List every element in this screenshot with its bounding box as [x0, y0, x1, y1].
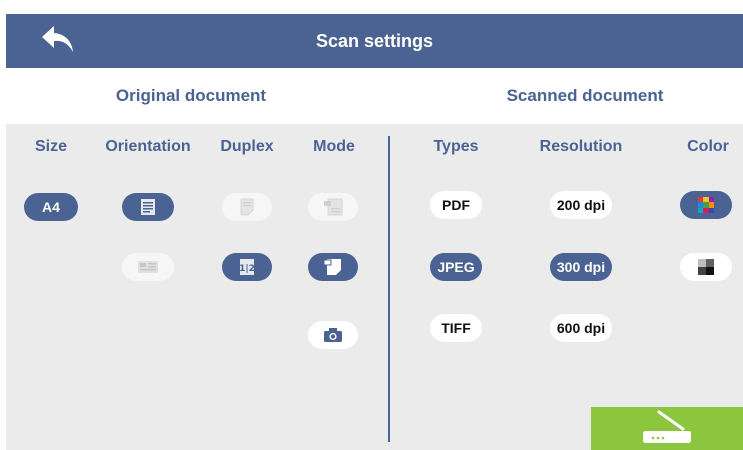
top-bar: Scan settings [6, 14, 743, 68]
scanned-document-label: Scanned document [506, 86, 664, 105]
mode-document-feeder-button[interactable] [308, 193, 358, 221]
section-divider [388, 136, 390, 442]
color-mode-grayscale-button[interactable] [680, 253, 732, 281]
size-heading: Size [34, 138, 67, 155]
resolution-option-200[interactable]: 200 dpi [550, 191, 612, 219]
document-feeder-icon [324, 198, 343, 216]
resolution-option-300[interactable]: 300 dpi [550, 253, 612, 281]
scan-button[interactable] [591, 407, 743, 450]
type-option-jpeg[interactable]: JPEG [430, 253, 482, 281]
duplex-double-sided-button[interactable]: 1|2 [222, 253, 272, 281]
flatbed-icon [323, 259, 341, 275]
duplex-single-sided-button[interactable] [222, 193, 272, 221]
grayscale-icon [698, 259, 714, 275]
types-heading: Types [433, 138, 479, 155]
mode-camera-button[interactable] [308, 321, 358, 349]
resolution-option-600[interactable]: 600 dpi [550, 314, 612, 342]
orientation-portrait-button[interactable] [122, 193, 174, 221]
duplex-heading: Duplex [220, 138, 274, 155]
camera-icon [324, 328, 342, 342]
svg-text:1|2: 1|2 [239, 264, 255, 274]
orientation-landscape-button[interactable] [122, 253, 174, 281]
orientation-heading: Orientation [105, 138, 191, 155]
color-palette-icon [698, 197, 714, 213]
mode-heading: Mode [313, 138, 355, 155]
single-sided-icon [240, 198, 254, 216]
settings-panel: Size Orientation Duplex Mode Types Resol… [6, 124, 743, 450]
double-sided-icon: 1|2 [239, 259, 255, 275]
color-mode-color-button[interactable] [680, 191, 732, 219]
size-option-a4[interactable]: A4 [24, 193, 78, 221]
section-header: Original document Scanned document [6, 68, 743, 124]
resolution-heading: Resolution [539, 138, 623, 155]
color-heading: Color [687, 138, 729, 155]
landscape-page-icon [138, 261, 158, 273]
type-option-pdf[interactable]: PDF [430, 191, 482, 219]
type-option-tiff[interactable]: TIFF [430, 314, 482, 342]
mode-flatbed-button[interactable] [308, 253, 358, 281]
portrait-page-icon [141, 199, 155, 215]
scanner-icon [643, 410, 691, 443]
page-title: Scan settings [315, 31, 434, 51]
original-document-label: Original document [115, 86, 267, 105]
